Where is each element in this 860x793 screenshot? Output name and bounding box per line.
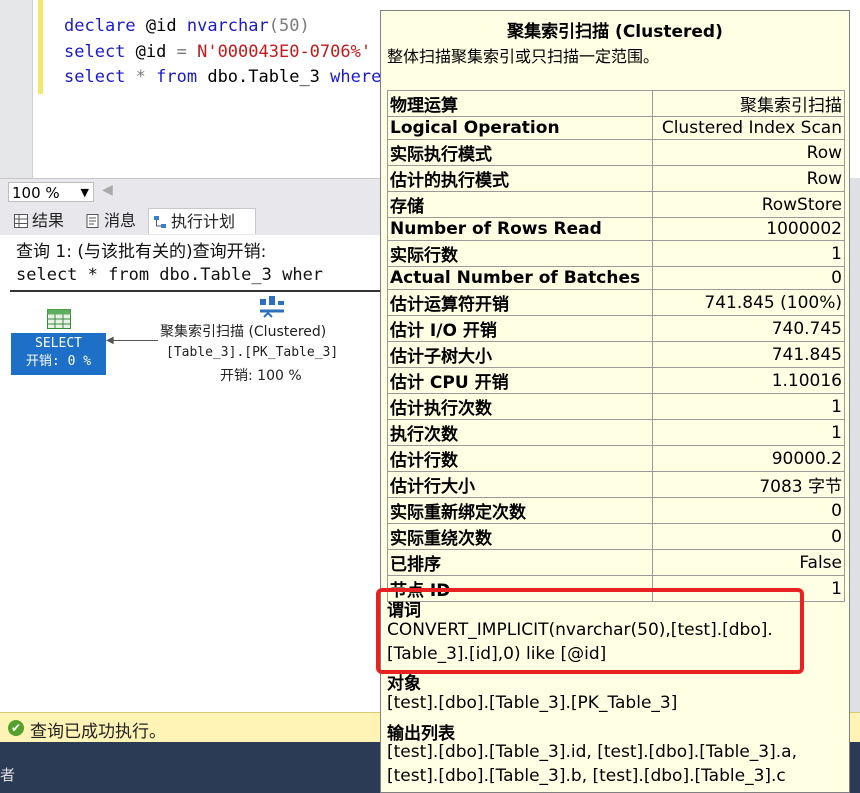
tooltip-property-row: 估计 CPU 开销 1.10016 — [387, 367, 846, 394]
tooltip-property-row: 估计行数 90000.2 — [387, 445, 846, 472]
tooltip-property-row: 估计执行次数 1 — [387, 393, 846, 420]
code-line-2[interactable]: select @id = N'000043E0-0706%' — [64, 42, 371, 62]
property-value: 1 — [651, 240, 846, 267]
property-value: Clustered Index Scan — [651, 116, 846, 140]
tooltip-property-row: 执行次数 1 — [387, 419, 846, 446]
property-name: 估计运算符开销 — [387, 289, 653, 316]
tab-messages[interactable]: 消息 — [82, 208, 146, 234]
message-icon — [86, 214, 99, 228]
tooltip-property-row: 估计运算符开销 741.845 (100%) — [387, 289, 846, 316]
property-value: 741.845 (100%) — [651, 289, 846, 316]
tooltip-property-row: 实际重新绑定次数 0 — [387, 497, 846, 524]
tab-execution-plan[interactable]: 执行计划 — [148, 208, 256, 234]
scan-node-label-2: [Table_3].[PK_Table_3] — [166, 345, 339, 360]
property-value: 90000.2 — [651, 445, 846, 472]
property-name: Actual Number of Batches — [387, 266, 653, 290]
tooltip-property-row: 实际行数 1 — [387, 240, 846, 267]
property-name: 实际重新绑定次数 — [387, 497, 653, 524]
tab-results[interactable]: 结果 — [10, 208, 74, 234]
property-value: 0 — [651, 497, 846, 524]
property-name: 估计执行次数 — [387, 393, 653, 420]
select-node-icon — [47, 309, 71, 329]
property-value: 1.10016 — [651, 367, 846, 394]
property-name: Number of Rows Read — [387, 217, 653, 241]
property-value: RowStore — [651, 191, 846, 218]
property-value: 1 — [651, 419, 846, 446]
output-list-label: 输出列表 — [387, 724, 455, 744]
output-list-line-1: [test].[dbo].[Table_3].id, [test].[dbo].… — [387, 742, 797, 762]
code-line-1[interactable]: declare @id nvarchar(50) — [64, 16, 310, 36]
tooltip-property-row: 估计的执行模式 Row — [387, 165, 846, 192]
property-name: 物理运算 — [387, 90, 653, 117]
property-value: 1000002 — [651, 217, 846, 241]
property-value: False — [651, 549, 846, 576]
arrow-head-icon: ◀ — [106, 335, 114, 346]
scroll-left-icon[interactable]: ◀ — [102, 182, 113, 198]
footer-text: 者 — [0, 766, 16, 784]
select-node-title: SELECT — [35, 336, 82, 351]
property-value: 聚集索引扫描 — [651, 90, 846, 117]
property-value: 7083 字节 — [651, 471, 846, 498]
property-value: 0 — [651, 523, 846, 550]
property-name: 估计行大小 — [387, 471, 653, 498]
editor-gutter — [0, 0, 33, 178]
scan-node-label-1[interactable]: 聚集索引扫描 (Clustered) — [160, 321, 326, 341]
scan-node-cost: 开销: 100 % — [220, 368, 302, 384]
code-line-3[interactable]: select * from dbo.Table_3 where — [64, 67, 381, 87]
clustered-index-scan-icon[interactable] — [258, 293, 286, 321]
tooltip-property-row: 存储 RowStore — [387, 191, 846, 218]
property-name: 估计 CPU 开销 — [387, 367, 653, 394]
changed-lines-marker — [38, 0, 43, 94]
property-name: Logical Operation — [387, 116, 653, 140]
property-name: 执行次数 — [387, 419, 653, 446]
tooltip-property-row: 估计行大小 7083 字节 — [387, 471, 846, 498]
object-value: [test].[dbo].[Table_3].[PK_Table_3] — [387, 693, 678, 713]
operator-tooltip: 聚集索引扫描 (Clustered) 整体扫描聚集索引或只扫描一定范围。 物理运… — [380, 10, 850, 793]
query-cost-header: 查询 1: (与该批有关的)查询开销: — [16, 242, 267, 262]
property-name: 实际行数 — [387, 240, 653, 267]
tooltip-property-row: Actual Number of Batches 0 — [387, 266, 846, 290]
query-sql-text: select * from dbo.Table_3 wher — [16, 265, 324, 285]
plan-connector-arrow — [108, 340, 158, 341]
tooltip-description: 整体扫描聚集索引或只扫描一定范围。 — [387, 47, 660, 66]
select-node-cost: 开销: 0 % — [25, 354, 92, 369]
tooltip-property-row: Number of Rows Read 1000002 — [387, 217, 846, 241]
ssms-window: declare @id nvarchar(50) select @id = N'… — [0, 0, 860, 793]
zoom-value: 100 % — [12, 184, 60, 202]
grid-icon — [14, 214, 28, 228]
property-name: 估计行数 — [387, 445, 653, 472]
property-name: 实际执行模式 — [387, 139, 653, 166]
plan-icon — [154, 216, 166, 228]
property-value: 1 — [651, 393, 846, 420]
property-value: Row — [651, 165, 846, 192]
success-check-icon: ✔ — [8, 720, 24, 736]
tooltip-property-row: 物理运算 聚集索引扫描 — [387, 90, 846, 117]
tooltip-property-row: 估计 I/O 开销 740.745 — [387, 315, 846, 342]
select-node[interactable]: SELECT 开销: 0 % — [11, 333, 106, 375]
status-text: 查询已成功执行。 — [30, 722, 166, 742]
property-name: 实际重绕次数 — [387, 523, 653, 550]
property-value: 0 — [651, 266, 846, 290]
predicate-highlight-box — [376, 588, 804, 674]
property-value: 741.845 — [651, 341, 846, 368]
tooltip-property-row: 已排序 False — [387, 549, 846, 576]
tooltip-property-row: 实际执行模式 Row — [387, 139, 846, 166]
chevron-down-icon: ▼ — [80, 186, 89, 199]
output-list-line-2: [test].[dbo].[Table_3].b, [test].[dbo].[… — [387, 766, 786, 786]
tooltip-title: 聚集索引扫描 (Clustered) — [507, 22, 723, 42]
tooltip-property-row: 实际重绕次数 0 — [387, 523, 846, 550]
zoom-dropdown[interactable]: 100 % ▼ — [8, 182, 94, 202]
tooltip-property-row: Logical Operation Clustered Index Scan — [387, 116, 846, 140]
tooltip-properties-table: 物理运算 聚集索引扫描 Logical Operation Clustered Ind… — [387, 90, 846, 602]
property-name: 估计 I/O 开销 — [387, 315, 653, 342]
property-name: 已排序 — [387, 549, 653, 576]
property-name: 存储 — [387, 191, 653, 218]
property-value: 740.745 — [651, 315, 846, 342]
tooltip-property-row: 估计子树大小 741.845 — [387, 341, 846, 368]
property-name: 估计子树大小 — [387, 341, 653, 368]
property-name: 估计的执行模式 — [387, 165, 653, 192]
property-value: Row — [651, 139, 846, 166]
